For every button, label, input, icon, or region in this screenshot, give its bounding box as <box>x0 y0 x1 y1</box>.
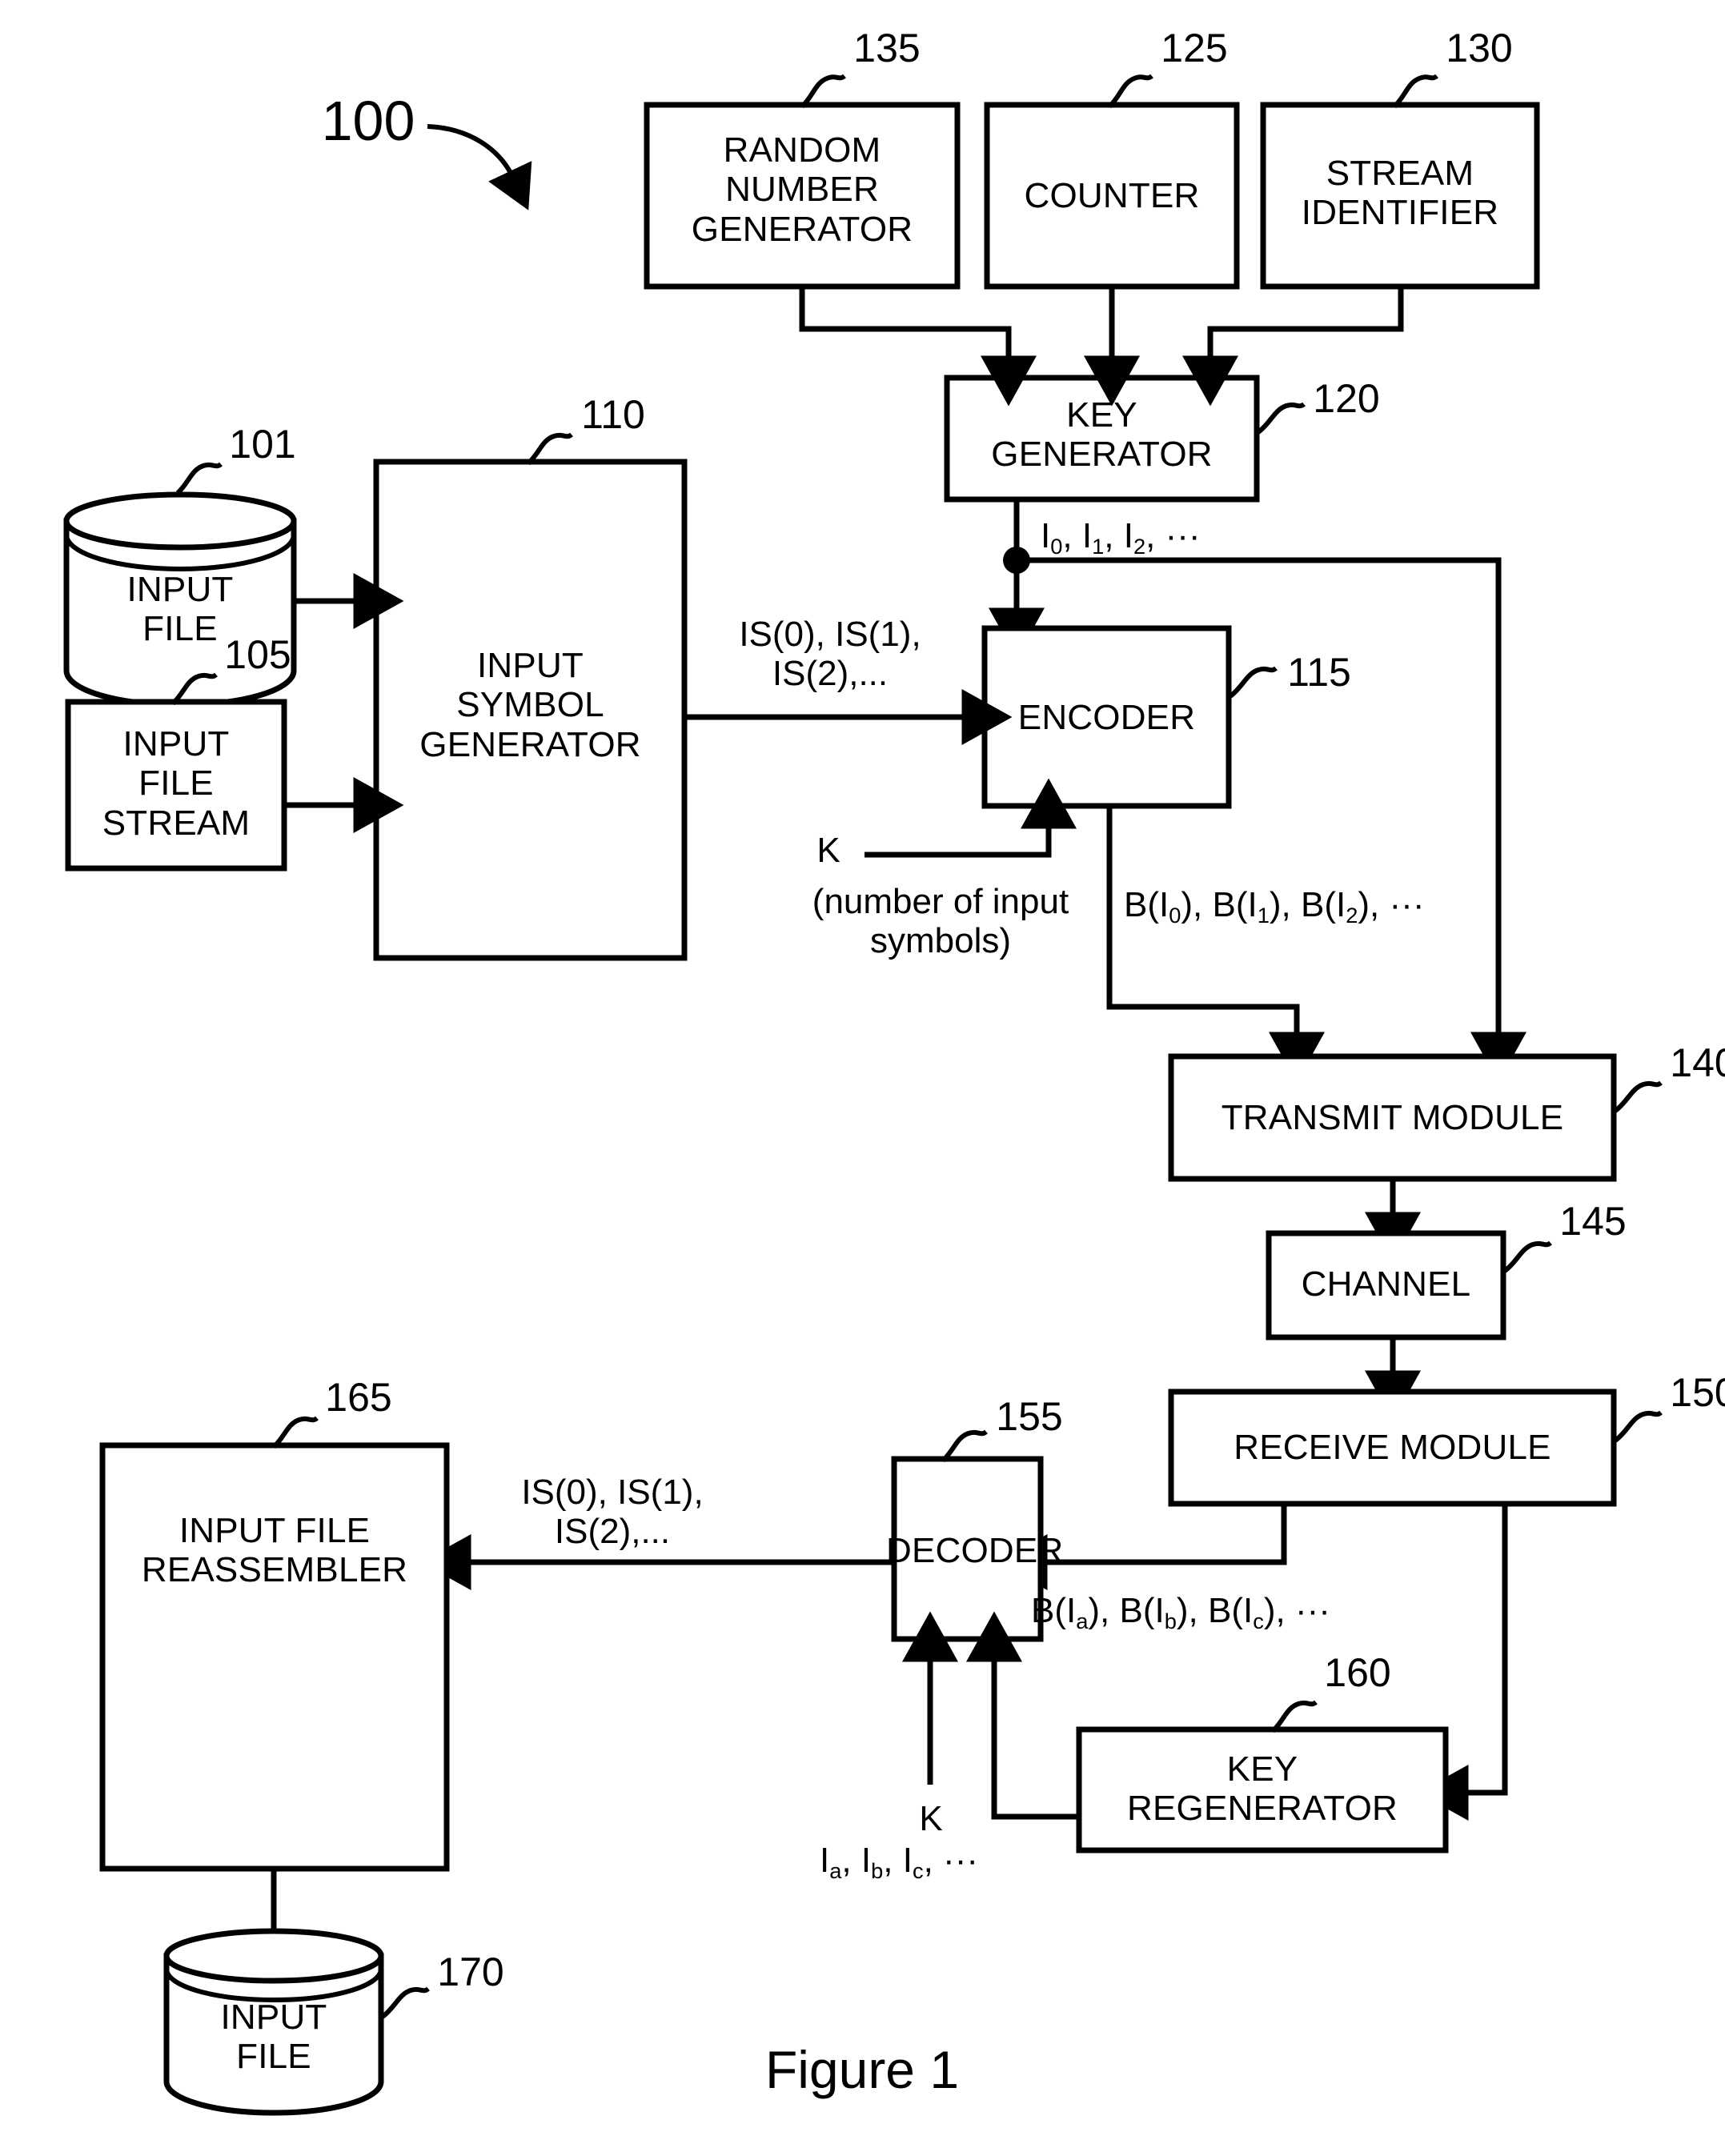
block-label-output-input-file: INPUT FILE <box>220 1998 327 2077</box>
ref-label-155: 155 <box>996 1394 1063 1439</box>
ref-label-125: 125 <box>1161 26 1228 70</box>
edge-streamid-to-keygen <box>1182 287 1404 407</box>
ref-label-110: 110 <box>581 392 645 437</box>
block-label-random-number-generator: RANDOM NUMBER GENERATOR <box>691 130 913 249</box>
block-label-stream-identifier: STREAM IDENTIFIER <box>1301 154 1499 233</box>
block-input-file-reassembler <box>99 1442 450 1872</box>
leader-140 <box>1614 1080 1663 1113</box>
block-label-counter: COUNTER <box>1024 176 1200 215</box>
signal-label-received-out: B(Ia), B(Ib), B(Ic), ··· <box>1031 1591 1330 1634</box>
edge-k-to-encoder <box>865 778 1077 858</box>
edge-rng-to-keygen <box>799 287 1037 407</box>
edge-receive-to-decoder <box>997 1504 1287 1590</box>
leader-130 <box>1392 74 1438 109</box>
ref-label-150: 150 <box>1670 1370 1725 1415</box>
block-label-channel: CHANNEL <box>1301 1264 1471 1304</box>
signal-label-decoded-symbols: IS(0), IS(1), IS(2),... <box>521 1473 704 1552</box>
ref-label-170: 170 <box>437 1950 504 1994</box>
block-label-key-generator: KEY GENERATOR <box>991 395 1213 475</box>
ref-label-140: 140 <box>1670 1040 1725 1085</box>
ref-label-160: 160 <box>1324 1650 1391 1695</box>
leader-125 <box>1107 74 1153 109</box>
ref-label-165: 165 <box>325 1375 392 1420</box>
ref-label-101: 101 <box>229 422 296 467</box>
pointer-100-arc <box>427 124 532 210</box>
figure-caption: Figure 1 <box>764 2040 960 2099</box>
signal-label-k: K <box>816 831 840 870</box>
block-label-receive-module: RECEIVE MODULE <box>1234 1428 1551 1467</box>
block-label-input-file-stream: INPUT FILE STREAM <box>102 724 251 843</box>
signal-label-regen-keys: Ia, Ib, Ic, ··· <box>820 1841 978 1884</box>
signal-label-keys-out: I0, I1, I2, ··· <box>1041 516 1201 559</box>
signal-label-encoded-out: B(I0), B(I1), B(I2), ··· <box>1124 885 1425 928</box>
block-label-transmit-module: TRANSMIT MODULE <box>1221 1098 1564 1137</box>
signal-label-input-symbols: IS(0), IS(1), IS(2),... <box>739 615 921 694</box>
leader-101 <box>175 462 223 495</box>
signal-label-k-decoder: K <box>919 1799 943 1838</box>
ref-label-120: 120 <box>1313 376 1380 421</box>
block-label-input-file-reassembler: INPUT FILE REASSEMBLER <box>141 1511 408 1590</box>
edge-receive-to-keyregen <box>1418 1504 1508 1821</box>
block-label-decoder: DECODER <box>886 1531 1064 1570</box>
ref-label-145: 145 <box>1559 1199 1627 1244</box>
block-label-encoder: ENCODER <box>1017 698 1196 737</box>
ref-label-130: 130 <box>1446 26 1513 70</box>
leader-135 <box>800 74 846 109</box>
block-label-key-regenerator: KEY REGENERATOR <box>1127 1749 1398 1829</box>
leader-150 <box>1614 1410 1663 1443</box>
edge-keyregen-to-decoder <box>966 1611 1079 1820</box>
leader-145 <box>1503 1240 1552 1273</box>
diagram-vector-layer <box>63 74 1663 2116</box>
figure-sheet: 100 RANDOM NUMBER GENERATOR 135 COUNTER … <box>0 0 1725 2156</box>
signal-label-k-note: (number of input symbols) <box>812 882 1069 961</box>
system-ref-label: 100 <box>321 90 415 152</box>
ref-label-135: 135 <box>853 26 921 70</box>
block-label-input-symbol-generator: INPUT SYMBOL GENERATOR <box>419 646 641 764</box>
ref-label-115: 115 <box>1287 650 1351 695</box>
ref-label-105: 105 <box>224 632 291 677</box>
